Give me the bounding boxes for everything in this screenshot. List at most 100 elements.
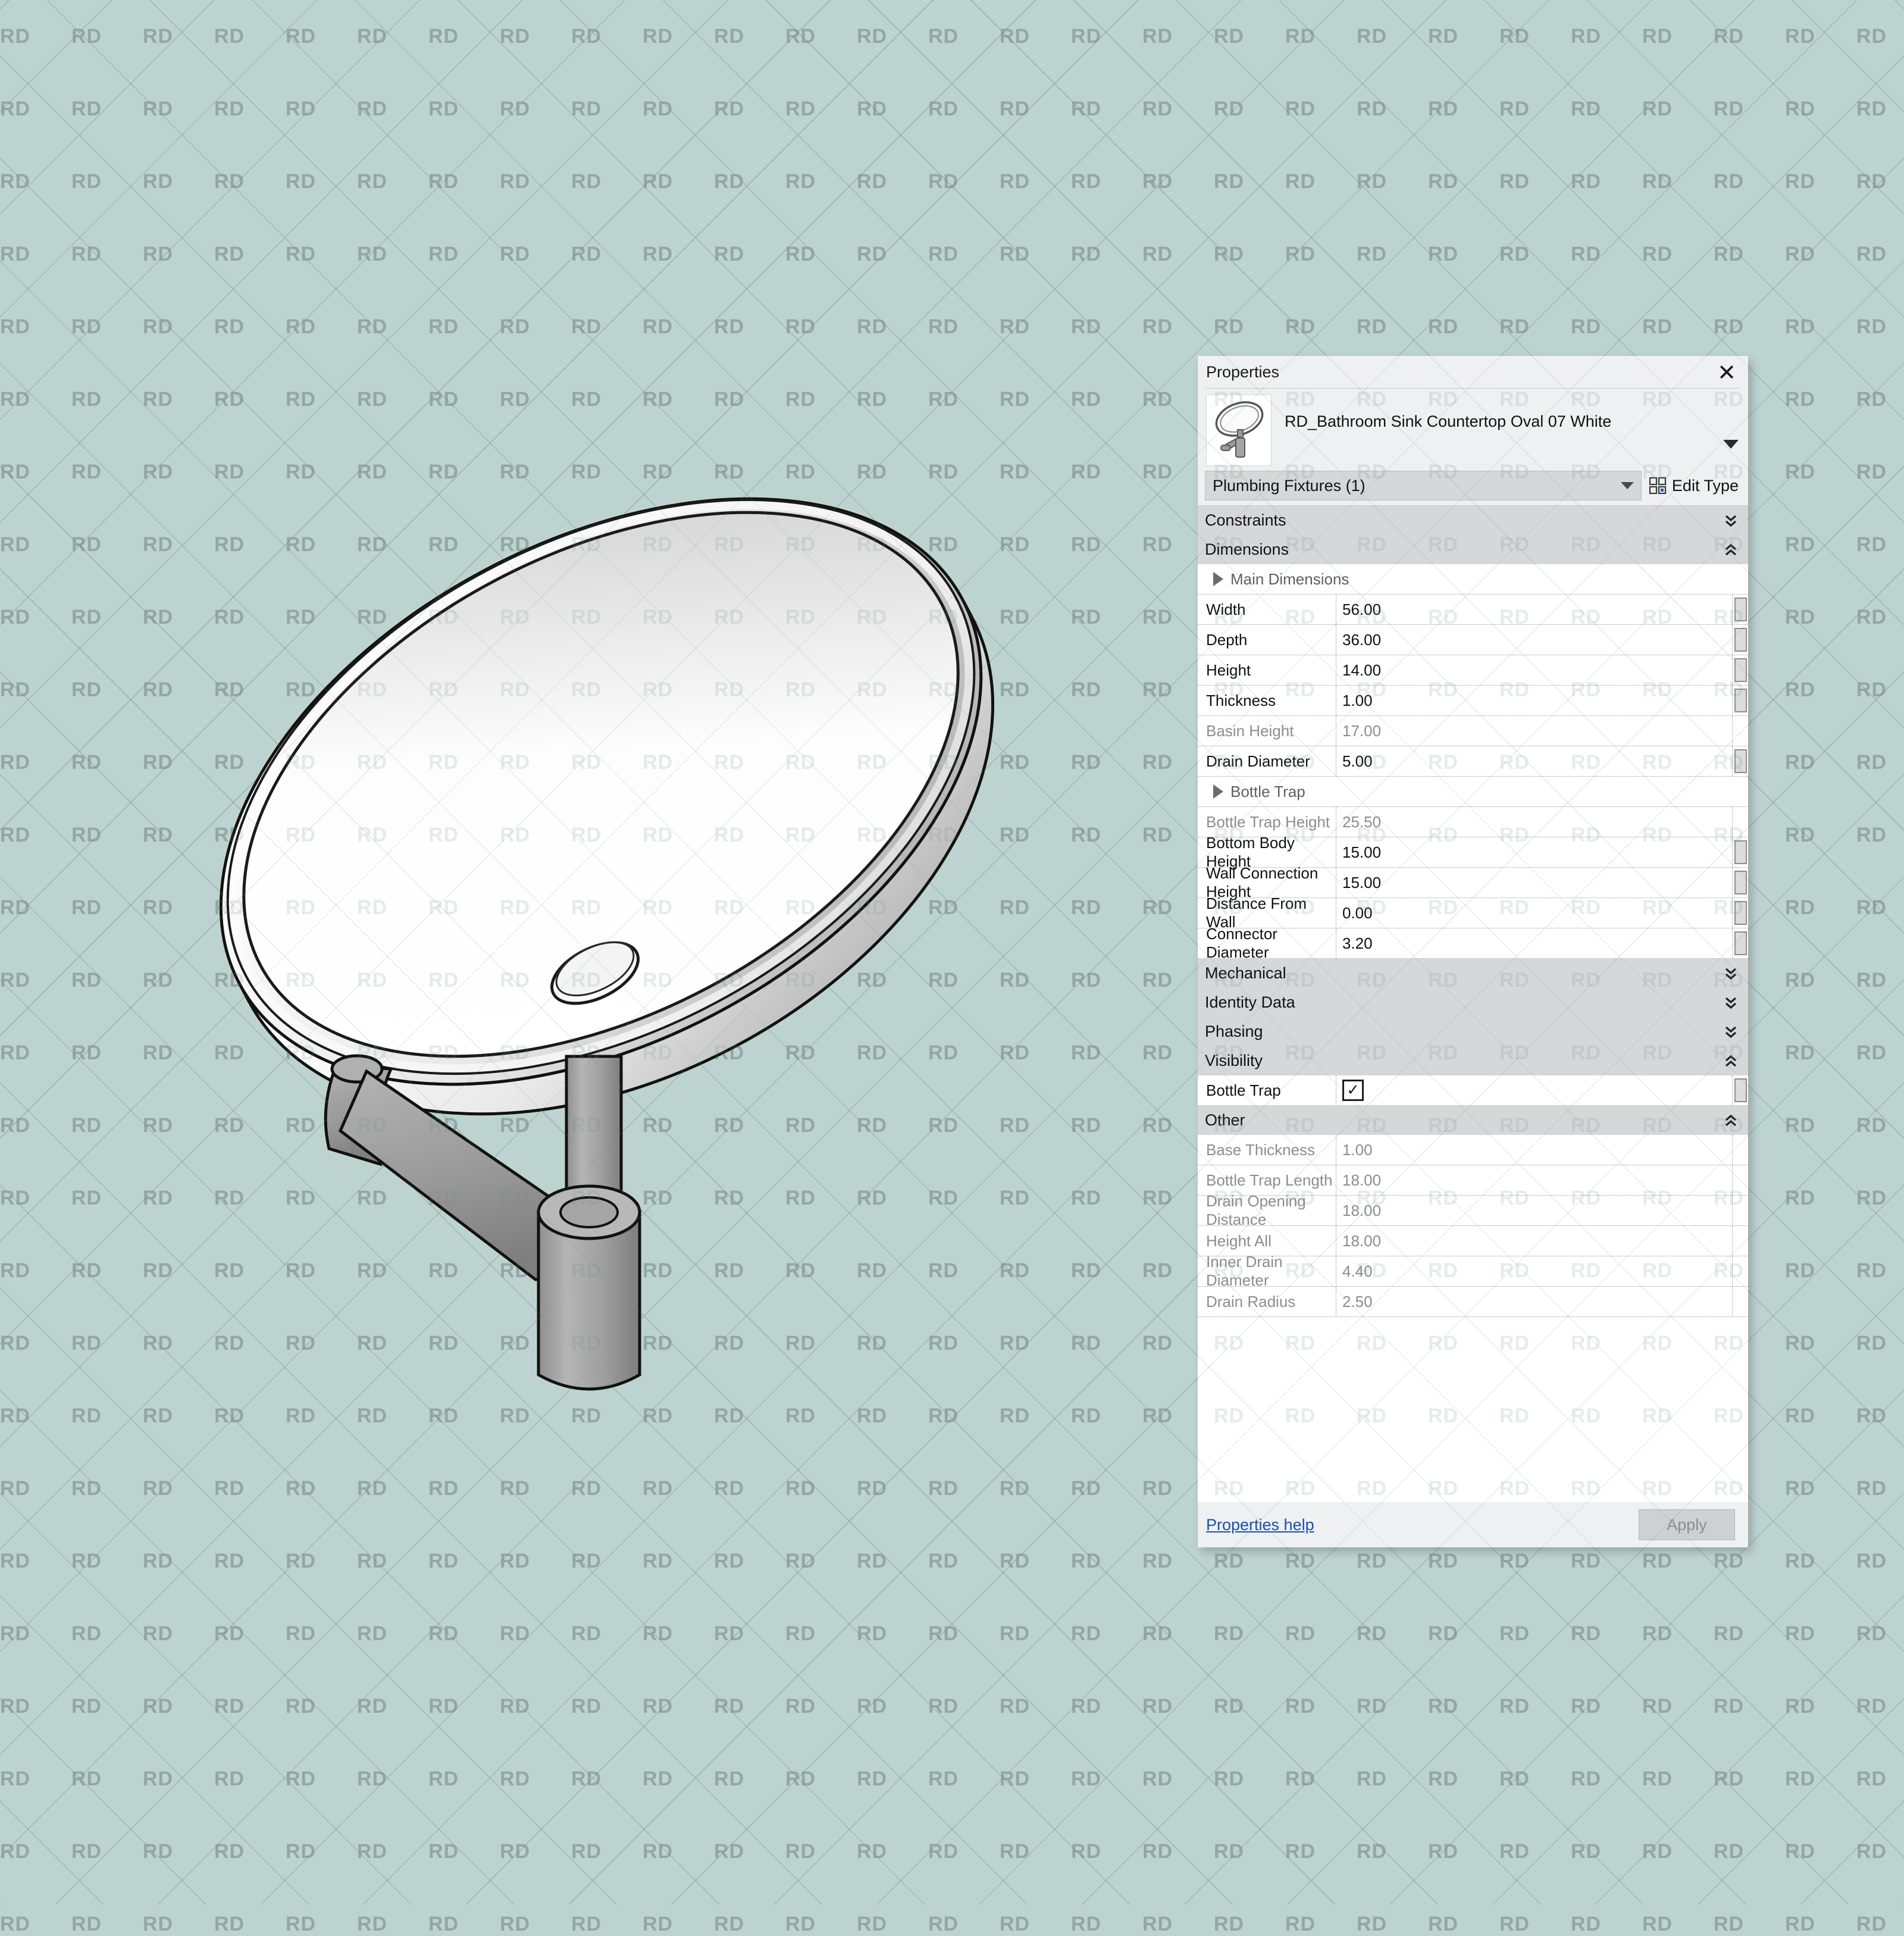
property-spinner[interactable] [1733, 1165, 1748, 1195]
watermark-tile: RD [1714, 25, 1785, 48]
triangle-right-icon[interactable] [1213, 784, 1223, 799]
property-label: Depth [1198, 625, 1336, 655]
property-row[interactable]: Bottom Body Height15.00 [1198, 837, 1748, 868]
property-row[interactable]: Bottle Trap [1198, 777, 1748, 807]
property-spinner[interactable] [1733, 686, 1748, 715]
watermark-tile: RD [1357, 243, 1428, 266]
chevron-down-icon[interactable] [1723, 440, 1739, 449]
property-row[interactable]: Height All18.00 [1198, 1226, 1748, 1256]
property-value[interactable]: 18.00 [1336, 1196, 1733, 1225]
watermark-tile: RD [1285, 25, 1357, 48]
property-spinner[interactable] [1733, 837, 1748, 867]
property-spinner[interactable] [1733, 1135, 1748, 1165]
section-header-visibility[interactable]: Visibility [1198, 1046, 1748, 1075]
chevron-double-down-icon[interactable] [1724, 512, 1737, 530]
watermark-tile: RD [1785, 896, 1856, 919]
chevron-double-down-icon[interactable] [1724, 994, 1737, 1012]
property-grid[interactable]: ConstraintsDimensionsMain DimensionsWidt… [1198, 505, 1748, 1502]
property-row[interactable]: Main Dimensions [1198, 564, 1748, 595]
property-value[interactable]: 18.00 [1336, 1226, 1733, 1256]
section-header-identity-data[interactable]: Identity Data [1198, 988, 1748, 1017]
property-row[interactable]: Base Thickness1.00 [1198, 1135, 1748, 1165]
chevron-double-up-icon[interactable] [1724, 541, 1737, 559]
chevron-double-down-icon[interactable] [1724, 965, 1737, 983]
apply-button[interactable]: Apply [1639, 1509, 1735, 1540]
properties-palette[interactable]: Properties ✕ RD_Bathroom Sink Countertop… [1198, 356, 1748, 1547]
property-row[interactable]: Drain Radius2.50 [1198, 1287, 1748, 1317]
watermark-tile: RD [1856, 824, 1904, 847]
chevron-double-up-icon[interactable] [1724, 1052, 1737, 1070]
property-spinner[interactable] [1733, 655, 1748, 685]
property-row[interactable]: Drain Opening Distance18.00 [1198, 1196, 1748, 1226]
watermark-tile: RD [1428, 1913, 1499, 1936]
property-row[interactable]: Distance From Wall0.00 [1198, 898, 1748, 928]
watermark-tile: RD [1214, 1913, 1285, 1936]
property-value[interactable]: 4.40 [1336, 1256, 1733, 1286]
property-row[interactable]: Depth36.00 [1198, 625, 1748, 655]
section-header-constraints[interactable]: Constraints [1198, 506, 1748, 535]
property-row[interactable]: Wall Connection Height15.00 [1198, 868, 1748, 898]
property-spinner[interactable] [1733, 898, 1748, 928]
property-row[interactable]: Drain Diameter5.00 [1198, 746, 1748, 777]
property-spinner[interactable] [1733, 1226, 1748, 1256]
triangle-right-icon[interactable] [1213, 572, 1223, 586]
property-value[interactable]: 0.00 [1336, 898, 1733, 928]
property-value[interactable]: 1.00 [1336, 686, 1733, 715]
property-spinner[interactable] [1733, 928, 1748, 958]
property-value[interactable]: 15.00 [1336, 837, 1733, 867]
property-label: Drain Opening Distance [1198, 1196, 1336, 1225]
property-value[interactable]: 36.00 [1336, 625, 1733, 655]
property-spinner[interactable] [1733, 716, 1748, 746]
property-row[interactable]: Width56.00 [1198, 595, 1748, 625]
property-value[interactable]: 5.00 [1336, 746, 1733, 776]
property-spinner[interactable] [1733, 1256, 1748, 1286]
property-spinner[interactable] [1733, 625, 1748, 655]
section-title: Phasing [1205, 1022, 1263, 1041]
property-spinner[interactable] [1733, 746, 1748, 776]
property-row[interactable]: Inner Drain Diameter4.40 [1198, 1256, 1748, 1287]
close-icon[interactable]: ✕ [1714, 359, 1740, 386]
model-viewport[interactable] [0, 0, 1190, 1904]
property-value[interactable]: 56.00 [1336, 595, 1733, 624]
property-spinner[interactable] [1733, 1287, 1748, 1316]
property-row[interactable]: Bottle Trap✓ [1198, 1075, 1748, 1106]
property-value[interactable]: 3.20 [1336, 928, 1733, 958]
property-value[interactable]: 25.50 [1336, 807, 1733, 837]
properties-help-link[interactable]: Properties help [1206, 1516, 1314, 1534]
watermark-tile: RD [1785, 1768, 1856, 1791]
property-row[interactable]: Connector Diameter3.20 [1198, 928, 1748, 959]
property-row[interactable]: Basin Height17.00 [1198, 716, 1748, 746]
property-value[interactable]: 18.00 [1336, 1165, 1733, 1195]
property-spinner[interactable] [1733, 868, 1748, 897]
property-row[interactable]: Bottle Trap Length18.00 [1198, 1165, 1748, 1196]
property-value[interactable]: ✓ [1336, 1075, 1733, 1105]
property-value[interactable]: 2.50 [1336, 1287, 1733, 1316]
property-value[interactable]: 15.00 [1336, 868, 1733, 897]
watermark-tile: RD [1571, 170, 1642, 193]
property-row[interactable]: Thickness1.00 [1198, 686, 1748, 716]
section-header-other[interactable]: Other [1198, 1106, 1748, 1135]
watermark-tile: RD [143, 1913, 214, 1936]
watermark-tile: RD [1285, 1768, 1357, 1791]
chevron-double-up-icon[interactable] [1724, 1112, 1737, 1130]
watermark-tile: RD [1714, 170, 1785, 193]
type-selector-header[interactable]: RD_Bathroom Sink Countertop Oval 07 Whit… [1198, 389, 1748, 471]
section-header-dimensions[interactable]: Dimensions [1198, 535, 1748, 564]
watermark-tile: RD [1571, 1695, 1642, 1718]
property-value[interactable]: 14.00 [1336, 655, 1733, 685]
chevron-double-down-icon[interactable] [1724, 1023, 1737, 1041]
section-header-phasing[interactable]: Phasing [1198, 1017, 1748, 1046]
category-select[interactable]: Plumbing Fixtures (1) [1205, 471, 1642, 501]
property-row[interactable]: Bottle Trap Height25.50 [1198, 807, 1748, 837]
checkbox-bottle-trap[interactable]: ✓ [1342, 1080, 1364, 1101]
property-spinner[interactable] [1733, 1196, 1748, 1225]
section-header-mechanical[interactable]: Mechanical [1198, 959, 1748, 988]
property-spinner[interactable] [1733, 807, 1748, 837]
edit-type-button[interactable]: Edit Type [1649, 477, 1741, 495]
property-spinner[interactable] [1733, 1075, 1748, 1105]
property-row[interactable]: Height14.00 [1198, 655, 1748, 686]
watermark-tile: RD [1714, 1840, 1785, 1863]
property-value[interactable]: 1.00 [1336, 1135, 1733, 1165]
property-value[interactable]: 17.00 [1336, 716, 1733, 746]
property-spinner[interactable] [1733, 595, 1748, 624]
